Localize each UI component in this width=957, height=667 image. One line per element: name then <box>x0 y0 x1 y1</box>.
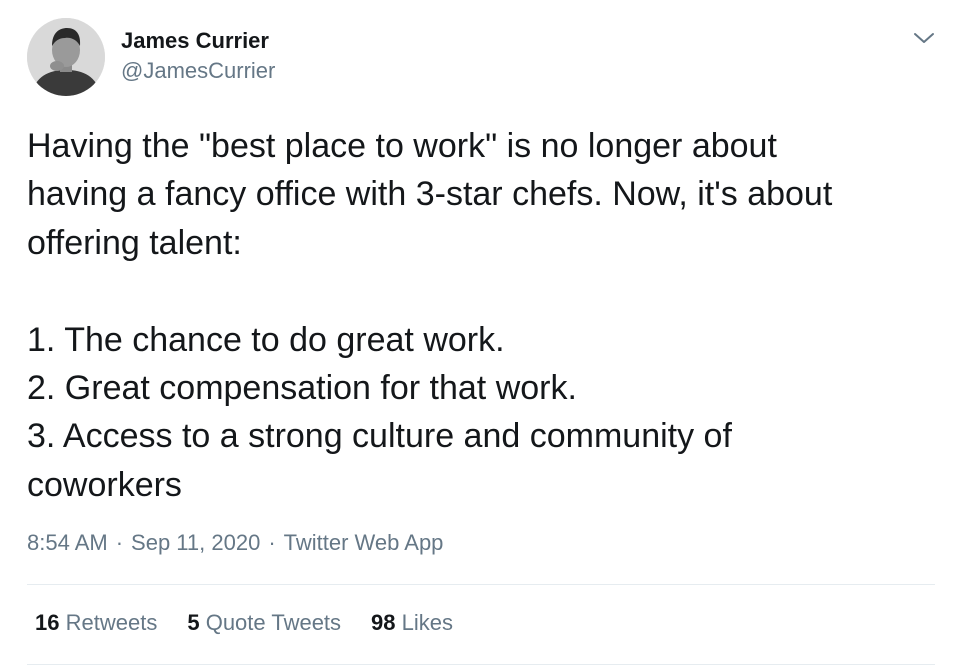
quote-tweets-count: 5 <box>187 610 200 635</box>
avatar[interactable] <box>27 18 105 96</box>
tweet-text: Having the "best place to work" is no lo… <box>27 122 927 509</box>
quote-tweets-label: Quote Tweets <box>205 610 342 635</box>
retweets-stat[interactable]: 16 Retweets <box>35 610 157 636</box>
divider <box>27 584 935 585</box>
tweet-stats: 16 Retweets 5 Quote Tweets 98 Likes <box>35 610 483 636</box>
tweet-line: Having the "best place to work" is no lo… <box>27 127 777 165</box>
tweet-time[interactable]: 8:54 AM <box>27 530 108 555</box>
meta-separator: · <box>115 530 124 555</box>
tweet-source[interactable]: Twitter Web App <box>284 530 444 555</box>
profile-photo-icon <box>27 18 105 96</box>
author-handle[interactable]: @JamesCurrier <box>121 58 275 84</box>
tweet-line: offering talent: <box>27 223 242 262</box>
likes-label: Likes <box>401 610 454 635</box>
likes-stat[interactable]: 98 Likes <box>371 610 453 636</box>
likes-count: 98 <box>371 610 396 635</box>
tweet-card: James Currier @JamesCurrier Having the "… <box>0 0 957 667</box>
retweets-count: 16 <box>35 610 60 635</box>
tweet-meta: 8:54 AM · Sep 11, 2020 · Twitter Web App <box>27 530 443 556</box>
author-name[interactable]: James Currier <box>121 28 269 54</box>
tweet-line: 3. Access to a strong culture and commun… <box>27 417 732 456</box>
tweet-line: 1. The chance to do great work. <box>27 320 505 359</box>
tweet-line: coworkers <box>27 465 182 504</box>
tweet-line: 2. Great compensation for that work. <box>27 369 577 408</box>
meta-separator: · <box>268 530 276 555</box>
chevron-down-icon[interactable] <box>912 29 936 47</box>
retweets-label: Retweets <box>65 610 158 635</box>
tweet-line: having a fancy office with 3-star chefs.… <box>27 175 833 214</box>
divider <box>27 664 935 665</box>
quote-tweets-stat[interactable]: 5 Quote Tweets <box>187 610 341 636</box>
tweet-date[interactable]: Sep 11, 2020 <box>131 530 260 555</box>
